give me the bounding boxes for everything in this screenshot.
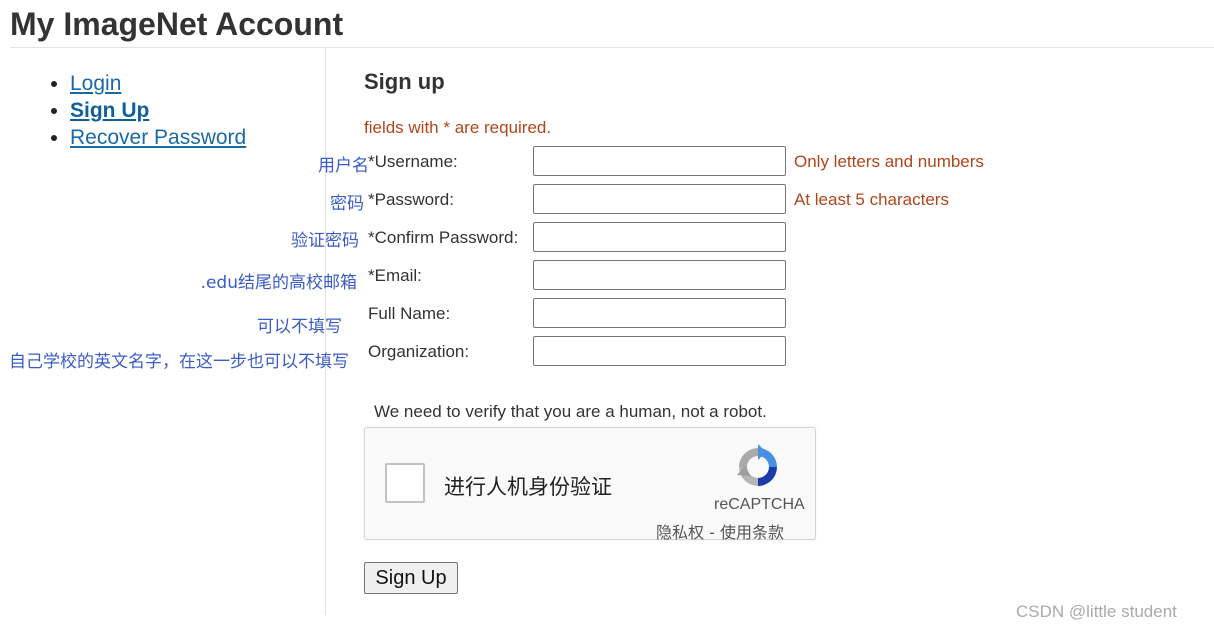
human-verification-text: We need to verify that you are a human, …: [374, 402, 767, 421]
email-annotation: .edu结尾的高校邮箱: [200, 273, 357, 293]
email-label: *Email:: [368, 266, 422, 285]
recaptcha-checkbox[interactable]: [385, 463, 425, 503]
nav-item-sign-up: Sign Up: [70, 97, 246, 124]
recaptcha-widget: 进行人机身份验证 reCAPTCHA 隐私权 - 使用条款: [364, 427, 816, 543]
login-link[interactable]: Login: [70, 72, 121, 95]
full-name-annotation: 可以不填写: [257, 317, 342, 337]
organization-label: Organization:: [368, 342, 470, 361]
confirm-password-input[interactable]: [533, 222, 786, 252]
username-annotation: 用户名: [318, 156, 369, 176]
nav-item-recover-password: Recover Password: [70, 124, 246, 151]
username-hint: Only letters and numbers: [794, 152, 984, 171]
password-label: *Password:: [368, 190, 454, 209]
required-fields-note: fields with * are required.: [364, 118, 552, 137]
sign-up-link[interactable]: Sign Up: [70, 99, 149, 122]
nav-item-login: Login: [70, 70, 246, 97]
password-annotation: 密码: [330, 194, 364, 214]
organization-annotation: 自己学校的英文名字，在这一步也可以不填写: [9, 352, 349, 372]
password-hint: At least 5 characters: [794, 190, 949, 209]
form-title: Sign up: [364, 69, 445, 94]
watermark: CSDN @little student: [1016, 602, 1177, 621]
confirm-password-annotation: 验证密码: [291, 231, 359, 251]
recaptcha-checkbox-label: 进行人机身份验证: [444, 475, 612, 499]
page-title: My ImageNet Account: [10, 6, 344, 42]
username-input[interactable]: [533, 146, 786, 176]
recaptcha-logo-icon: [737, 444, 777, 486]
recover-password-link[interactable]: Recover Password: [70, 126, 246, 149]
full-name-input[interactable]: [533, 298, 786, 328]
full-name-label: Full Name:: [368, 304, 451, 323]
recaptcha-brand: reCAPTCHA: [714, 496, 805, 513]
recaptcha-privacy-terms-links[interactable]: 隐私权 - 使用条款: [656, 519, 784, 543]
confirm-password-label: *Confirm Password:: [368, 228, 519, 247]
username-label: *Username:: [368, 152, 458, 171]
account-nav: Login Sign Up Recover Password: [44, 70, 246, 151]
title-divider: [10, 47, 1214, 48]
organization-input[interactable]: [533, 336, 786, 366]
password-input[interactable]: [533, 184, 786, 214]
email-input[interactable]: [533, 260, 786, 290]
sign-up-button[interactable]: Sign Up: [364, 562, 458, 594]
